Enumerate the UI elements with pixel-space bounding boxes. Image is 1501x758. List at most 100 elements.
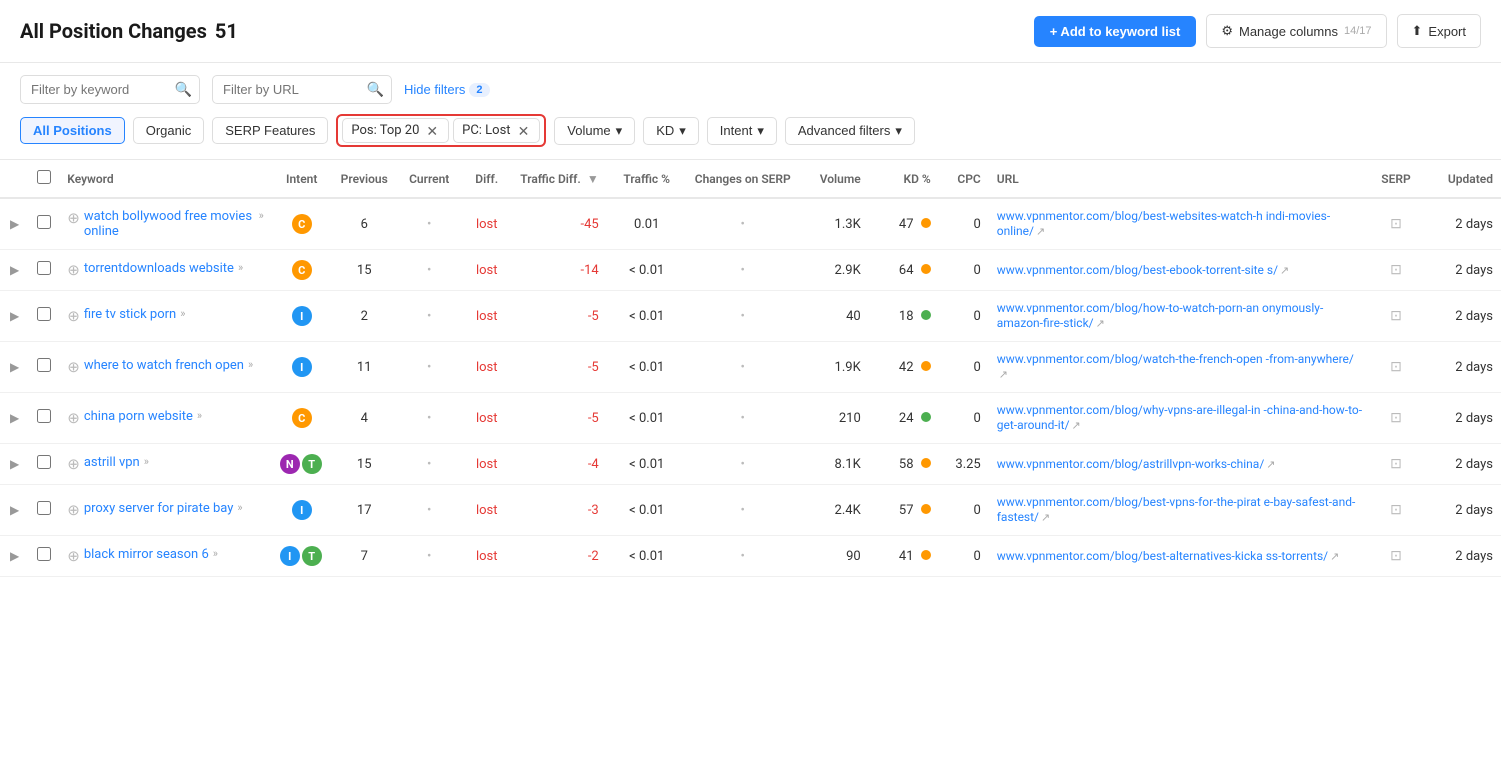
col-header-diff[interactable]: Diff. [462,160,512,198]
keyword-add-icon: ⊕ [67,261,80,279]
col-header-expand [0,160,29,198]
url-link[interactable]: www.vpnmentor.com/blog/best-ebook-torren… [997,263,1278,277]
traffic-pct-cell: < 0.01 [607,291,687,342]
row-expand-button[interactable]: ▶ [8,501,21,519]
row-checkbox[interactable] [37,547,51,561]
filter-chip-pos-close[interactable]: ✕ [424,124,440,138]
serp-preview-icon[interactable]: ⊡ [1390,502,1402,518]
diff-cell: lost [462,485,512,536]
keyword-link[interactable]: ⊕ where to watch french open » [67,358,263,376]
row-checkbox[interactable] [37,501,51,515]
kd-cell: 18 [869,291,939,342]
manage-columns-button[interactable]: ⚙ Manage columns 14/17 [1206,14,1386,48]
row-expand-button[interactable]: ▶ [8,455,21,473]
traffic-diff-cell: -5 [512,342,607,393]
row-checkbox[interactable] [37,455,51,469]
external-link-icon: ↗ [1072,419,1081,432]
volume-cell: 210 [799,393,869,444]
changes-on-serp-cell: • [687,198,799,250]
col-header-intent[interactable]: Intent [272,160,332,198]
keyword-add-icon: ⊕ [67,209,80,227]
add-to-keyword-list-button[interactable]: + Add to keyword list [1034,16,1197,47]
keyword-arrow-icon: » [144,455,149,468]
url-link[interactable]: www.vpnmentor.com/blog/best-vpns-for-the… [997,495,1356,524]
url-link[interactable]: www.vpnmentor.com/blog/why-vpns-are-ille… [997,403,1362,432]
hide-filters-button[interactable]: Hide filters 2 [404,82,490,97]
keyword-link[interactable]: ⊕ china porn website » [67,409,263,427]
col-header-previous[interactable]: Previous [332,160,397,198]
url-link[interactable]: www.vpnmentor.com/blog/best-alternatives… [997,549,1328,563]
col-header-traffic-pct[interactable]: Traffic % [607,160,687,198]
keyword-search-wrap: 🔍 [20,75,200,104]
intent-cell: I [272,485,332,536]
col-header-traffic-diff[interactable]: Traffic Diff. ▼ [512,160,607,198]
col-header-current[interactable]: Current [397,160,462,198]
export-button[interactable]: ⬆ Export [1397,14,1481,48]
keyword-search-icon: 🔍 [175,82,192,98]
serp-preview-icon[interactable]: ⊡ [1390,548,1402,564]
url-cell: www.vpnmentor.com/blog/watch-the-french-… [989,342,1371,393]
row-expand-button[interactable]: ▶ [8,547,21,565]
tab-serp-features[interactable]: SERP Features [212,117,328,144]
keyword-link[interactable]: ⊕ torrentdownloads website » [67,261,263,279]
url-cell: www.vpnmentor.com/blog/how-to-watch-porn… [989,291,1371,342]
select-all-checkbox[interactable] [37,170,51,184]
current-position-cell: • [397,342,462,393]
keyword-link[interactable]: ⊕ astrill vpn » [67,455,263,473]
traffic-diff-cell: -14 [512,250,607,291]
serp-preview-icon[interactable]: ⊡ [1390,410,1402,426]
row-checkbox[interactable] [37,215,51,229]
advanced-filters-dropdown[interactable]: Advanced filters ▾ [785,117,915,145]
keyword-link[interactable]: ⊕ black mirror season 6 » [67,547,263,565]
intent-dropdown[interactable]: Intent ▾ [707,117,777,145]
col-header-volume[interactable]: Volume [799,160,869,198]
kd-dot [921,310,931,320]
row-checkbox[interactable] [37,261,51,275]
keyword-link[interactable]: ⊕ watch bollywood free movies online » [67,209,263,239]
col-header-kd[interactable]: KD % [869,160,939,198]
traffic-diff-cell: -3 [512,485,607,536]
intent-badge: I [292,500,312,520]
col-header-serp[interactable]: SERP [1371,160,1421,198]
export-icon: ⬆ [1412,23,1423,39]
url-link[interactable]: www.vpnmentor.com/blog/best-websites-wat… [997,209,1330,238]
col-header-keyword[interactable]: Keyword [59,160,271,198]
url-link[interactable]: www.vpnmentor.com/blog/watch-the-french-… [997,352,1354,366]
diff-cell: lost [462,393,512,444]
current-position-cell: • [397,536,462,577]
traffic-diff-cell: -5 [512,393,607,444]
tab-organic[interactable]: Organic [133,117,205,144]
row-checkbox[interactable] [37,307,51,321]
kd-dropdown[interactable]: KD ▾ [643,117,699,145]
row-expand-button[interactable]: ▶ [8,215,21,233]
col-header-changes[interactable]: Changes on SERP [687,160,799,198]
serp-preview-icon[interactable]: ⊡ [1390,308,1402,324]
col-header-updated[interactable]: Updated [1421,160,1501,198]
table-row: ▶⊕ china porn website »C4•lost-5< 0.01•2… [0,393,1501,444]
intent-cell: I [272,291,332,342]
url-link[interactable]: www.vpnmentor.com/blog/astrillvpn-works-… [997,457,1265,471]
keyword-search-input[interactable] [20,75,200,104]
filter-chip-pc-close[interactable]: ✕ [516,124,532,138]
row-checkbox[interactable] [37,409,51,423]
tab-all-positions[interactable]: All Positions [20,117,125,144]
row-checkbox[interactable] [37,358,51,372]
serp-preview-icon[interactable]: ⊡ [1390,359,1402,375]
url-link[interactable]: www.vpnmentor.com/blog/how-to-watch-porn… [997,301,1324,330]
keyword-link[interactable]: ⊕ proxy server for pirate bay » [67,501,263,519]
serp-preview-icon[interactable]: ⊡ [1390,262,1402,278]
filter-chip-pos-label: Pos: Top 20 [351,123,419,138]
serp-preview-icon[interactable]: ⊡ [1390,216,1402,232]
keyword-link[interactable]: ⊕ fire tv stick porn » [67,307,263,325]
col-header-url[interactable]: URL [989,160,1371,198]
row-expand-button[interactable]: ▶ [8,358,21,376]
volume-dropdown[interactable]: Volume ▾ [554,117,635,145]
url-search-input[interactable] [212,75,392,104]
row-expand-button[interactable]: ▶ [8,307,21,325]
previous-position-cell: 17 [332,485,397,536]
kd-cell: 57 [869,485,939,536]
serp-preview-icon[interactable]: ⊡ [1390,456,1402,472]
row-expand-button[interactable]: ▶ [8,261,21,279]
col-header-cpc[interactable]: CPC [939,160,989,198]
row-expand-button[interactable]: ▶ [8,409,21,427]
